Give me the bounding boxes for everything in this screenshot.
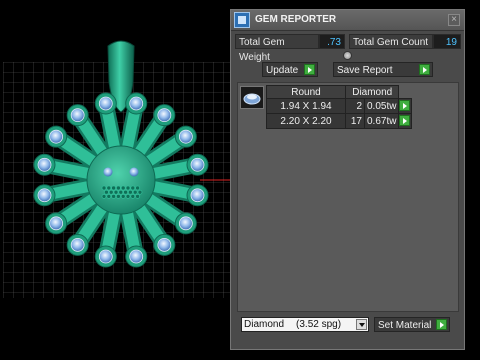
go-arrow-icon bbox=[399, 115, 411, 126]
app-icon bbox=[234, 12, 250, 28]
go-arrow-icon bbox=[399, 100, 411, 111]
panel-titlebar[interactable]: GEM REPORTER × bbox=[231, 10, 464, 31]
gem-stone bbox=[178, 129, 193, 144]
pave-gem bbox=[101, 185, 107, 191]
pave-gem bbox=[113, 189, 119, 195]
row-go-button[interactable] bbox=[398, 113, 413, 129]
pave-gem bbox=[125, 185, 131, 191]
gem-stone bbox=[190, 188, 205, 203]
pave-gem bbox=[108, 189, 114, 195]
pave-gem bbox=[128, 189, 133, 195]
pave-gem bbox=[111, 185, 116, 191]
gem-stone bbox=[129, 96, 144, 111]
row-go-button[interactable] bbox=[398, 98, 413, 114]
pave-gem bbox=[104, 189, 109, 195]
gem-stone bbox=[37, 157, 52, 172]
total-gem-count-label: Total Gem Count bbox=[349, 34, 433, 49]
viewport-canvas[interactable] bbox=[0, 0, 230, 360]
update-button[interactable]: Update bbox=[262, 62, 318, 77]
viewport-3d[interactable] bbox=[0, 0, 230, 360]
pave-gem bbox=[132, 189, 138, 195]
gem-weight: 0.67tw bbox=[363, 113, 400, 129]
gem-stone bbox=[157, 108, 172, 123]
gem-stone bbox=[178, 216, 193, 231]
gem-stone bbox=[157, 237, 172, 252]
gem-stone bbox=[70, 108, 85, 123]
gem-count: 2 bbox=[345, 98, 365, 114]
total-gem-count-value: 19 bbox=[433, 34, 461, 49]
column-header-shape: Round bbox=[266, 85, 346, 99]
pave-gem bbox=[120, 194, 126, 199]
close-icon[interactable]: × bbox=[448, 14, 460, 26]
pave-gem bbox=[135, 185, 140, 191]
total-gem-weight-label: Total Gem Weight bbox=[235, 34, 319, 63]
save-report-button[interactable]: Save Report bbox=[333, 62, 433, 77]
panel-splitter-handle[interactable] bbox=[343, 51, 352, 60]
gem-stone bbox=[49, 216, 64, 231]
dropdown-arrow-icon[interactable] bbox=[356, 319, 367, 330]
gem-icon bbox=[240, 86, 264, 109]
pave-gem bbox=[135, 194, 140, 199]
pave-gem bbox=[106, 194, 112, 199]
save-report-label: Save Report bbox=[337, 65, 393, 76]
material-density: (3.52 spg) bbox=[296, 319, 342, 330]
go-arrow-icon bbox=[419, 64, 430, 75]
gem-report-table: Round Diamond 1.94 X 1.94 2 0.05tw 2.20 … bbox=[266, 85, 413, 129]
pave-gem bbox=[130, 185, 136, 191]
pave-gem bbox=[118, 189, 124, 195]
material-name: Diamond bbox=[244, 319, 285, 330]
gem-stone bbox=[49, 129, 64, 144]
gem-stone bbox=[98, 96, 113, 111]
table-row: 1.94 X 1.94 2 0.05tw bbox=[266, 98, 413, 114]
eye-gem bbox=[103, 167, 113, 177]
pave-gem bbox=[101, 194, 107, 199]
pave-gem bbox=[116, 194, 121, 199]
report-area: Round Diamond 1.94 X 1.94 2 0.05tw 2.20 … bbox=[237, 82, 459, 312]
pave-gem bbox=[125, 194, 131, 199]
go-arrow-icon bbox=[304, 64, 315, 75]
set-material-label: Set Material bbox=[378, 320, 432, 331]
go-arrow-icon bbox=[436, 319, 447, 330]
update-label: Update bbox=[266, 65, 299, 76]
panel-title: GEM REPORTER bbox=[255, 14, 337, 25]
gem-stone bbox=[70, 237, 85, 252]
pave-gem bbox=[106, 185, 112, 191]
set-material-button[interactable]: Set Material bbox=[374, 317, 450, 332]
gem-weight: 0.05tw bbox=[363, 98, 400, 114]
pave-gem bbox=[137, 189, 143, 195]
gem-stone bbox=[98, 249, 113, 264]
total-gem-weight-value: .73 bbox=[319, 34, 345, 49]
material-select[interactable]: Diamond (3.52 spg) bbox=[241, 317, 369, 332]
pave-gem bbox=[116, 185, 121, 191]
gem-size: 1.94 X 1.94 bbox=[266, 98, 346, 114]
table-row: 2.20 X 2.20 17 0.67tw bbox=[266, 113, 413, 129]
eye-gem bbox=[129, 167, 139, 177]
gem-stone bbox=[37, 188, 52, 203]
center-disc bbox=[86, 145, 156, 215]
pave-gem bbox=[120, 185, 126, 191]
pave-gem bbox=[130, 194, 136, 199]
pave-gem bbox=[111, 194, 116, 199]
gem-stone bbox=[190, 157, 205, 172]
gem-count: 17 bbox=[345, 113, 365, 129]
pave-gem bbox=[123, 189, 128, 195]
gem-stone bbox=[129, 249, 144, 264]
column-header-material: Diamond bbox=[344, 85, 400, 99]
gem-size: 2.20 X 2.20 bbox=[266, 113, 346, 129]
gem-reporter-panel: GEM REPORTER × Total Gem Weight .73 Tota… bbox=[230, 9, 465, 350]
